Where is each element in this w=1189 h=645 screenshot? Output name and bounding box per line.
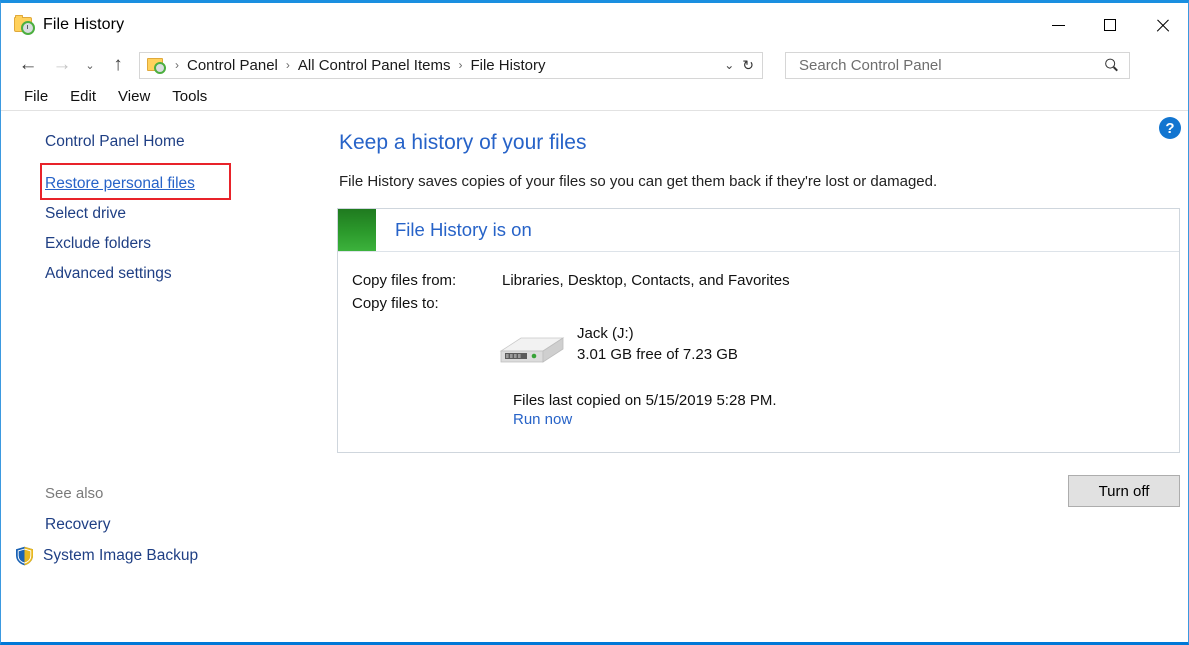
sidebar-item-recovery-label: Recovery (45, 516, 111, 533)
help-button[interactable]: ? (1159, 117, 1181, 139)
target-drive-block: Jack (J:) 3.01 GB free of 7.23 GB (495, 318, 1179, 370)
copy-files-to-row: Copy files to: (352, 295, 1179, 312)
menu-view[interactable]: View (107, 86, 161, 107)
file-history-folder-clock-icon (14, 15, 35, 35)
minimize-icon (1051, 24, 1065, 26)
status-indicator-green (338, 209, 376, 251)
forward-button[interactable]: → (45, 50, 79, 80)
sidebar-item-recovery[interactable]: Recovery (1, 510, 331, 540)
menu-bar: File Edit View Tools (1, 83, 1188, 111)
breadcrumb-file-history[interactable]: File History (468, 57, 547, 74)
breadcrumb-all-control-panel-items[interactable]: All Control Panel Items (296, 57, 453, 74)
chevron-down-icon[interactable]: ⌄ (720, 58, 742, 72)
turn-off-button[interactable]: Turn off (1068, 475, 1180, 507)
up-button[interactable]: ↑ (101, 50, 135, 80)
back-button[interactable]: ← (11, 50, 45, 80)
breadcrumb-bar[interactable]: › Control Panel › All Control Panel Item… (139, 51, 763, 79)
status-body: Copy files from: Libraries, Desktop, Con… (338, 252, 1179, 452)
drive-info: Jack (J:) 3.01 GB free of 7.23 GB (577, 323, 738, 365)
sidebar-item-restore-personal-files[interactable]: Restore personal files (1, 169, 195, 199)
recent-locations-button[interactable]: ⌄ (79, 50, 101, 80)
breadcrumb-control-panel[interactable]: Control Panel (185, 57, 280, 74)
copy-files-to-label: Copy files to: (352, 295, 439, 312)
breadcrumb-separator-2: › (458, 58, 463, 72)
main-panel: ? Keep a history of your files File Hist… (331, 111, 1188, 642)
run-now-link[interactable]: Run now (513, 411, 572, 428)
copy-files-from-label: Copy files from: (352, 272, 457, 289)
sidebar-item-system-image-backup-label: System Image Backup (43, 547, 199, 564)
minimize-button[interactable] (1032, 3, 1084, 47)
breadcrumb-separator-1: › (285, 58, 290, 72)
last-copied-text: Files last copied on 5/15/2019 5:28 PM. (513, 392, 777, 409)
sidebar-item-advanced-settings[interactable]: Advanced settings (1, 259, 172, 289)
external-drive-icon (495, 318, 567, 370)
sidebar-item-select-drive[interactable]: Select drive (1, 199, 126, 229)
page-subtitle: File History saves copies of your files … (339, 173, 938, 190)
copy-files-from-value: Libraries, Desktop, Contacts, and Favori… (502, 272, 790, 289)
window-controls (1032, 3, 1188, 47)
close-icon (1155, 18, 1170, 33)
menu-edit[interactable]: Edit (59, 86, 107, 107)
shield-icon (15, 546, 34, 566)
drive-free-space: 3.01 GB free of 7.23 GB (577, 346, 738, 363)
maximize-icon (1104, 19, 1116, 31)
sidebar-item-control-panel-home[interactable]: Control Panel Home (1, 127, 185, 157)
sidebar: Control Panel Home Restore personal file… (1, 111, 331, 642)
copy-files-from-row: Copy files from: Libraries, Desktop, Con… (352, 272, 1179, 289)
menu-file[interactable]: File (13, 86, 59, 107)
close-button[interactable] (1136, 3, 1188, 47)
title-bar-left: File History (1, 15, 125, 35)
see-also-label: See also (45, 485, 104, 502)
see-also-section: See also Recovery System Image Backup (1, 481, 331, 572)
breadcrumb-file-history-icon (147, 57, 166, 74)
sidebar-item-exclude-folders[interactable]: Exclude folders (1, 229, 151, 259)
search-icon[interactable] (1102, 54, 1125, 77)
title-bar: File History (1, 3, 1188, 47)
page-title: Keep a history of your files (339, 131, 587, 154)
search-input[interactable] (797, 55, 1105, 75)
menu-tools[interactable]: Tools (161, 86, 218, 107)
sidebar-item-system-image-backup[interactable]: System Image Backup (1, 540, 331, 572)
button-row: Turn off (337, 475, 1180, 507)
maximize-button[interactable] (1084, 3, 1136, 47)
breadcrumb-separator-0: › (175, 58, 179, 72)
status-text: File History is on (395, 219, 532, 240)
drive-name: Jack (J:) (577, 325, 634, 342)
status-header: File History is on (338, 209, 1179, 252)
search-box[interactable] (785, 51, 1130, 79)
content-area: Control Panel Home Restore personal file… (1, 111, 1188, 642)
address-bar: ← → ⌄ ↑ › Control Panel › All Control Pa… (1, 47, 1188, 83)
refresh-icon[interactable]: ↻ (742, 57, 762, 74)
file-history-window: File History ← → ⌄ ↑ › Control Panel › A… (0, 0, 1189, 645)
window-title: File History (43, 16, 125, 33)
status-panel: File History is on Copy files from: Libr… (337, 208, 1180, 453)
